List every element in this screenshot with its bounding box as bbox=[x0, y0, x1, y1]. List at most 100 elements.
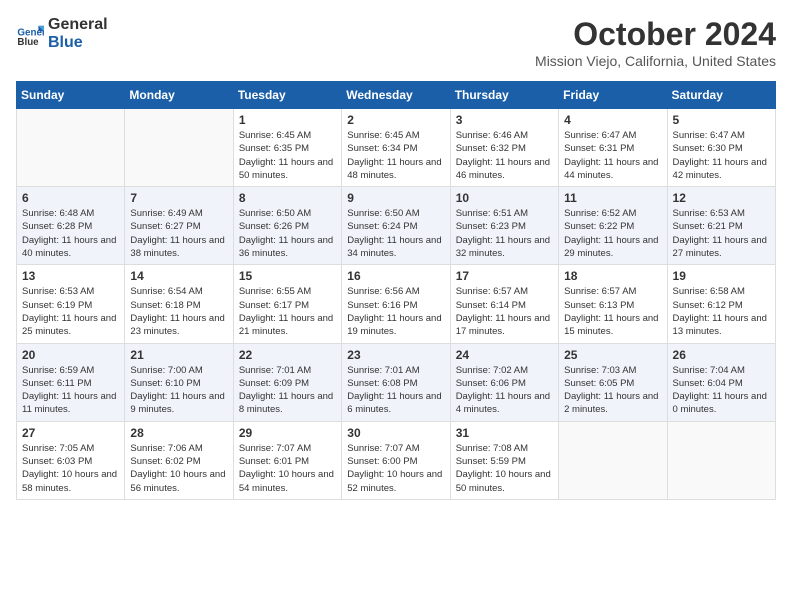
month-title: October 2024 bbox=[535, 16, 776, 53]
day-content: Sunrise: 7:07 AM Sunset: 6:00 PM Dayligh… bbox=[347, 442, 444, 495]
day-number: 26 bbox=[673, 348, 770, 362]
day-content: Sunrise: 6:48 AM Sunset: 6:28 PM Dayligh… bbox=[22, 207, 119, 260]
logo-icon: General Blue bbox=[16, 20, 44, 48]
day-content: Sunrise: 7:05 AM Sunset: 6:03 PM Dayligh… bbox=[22, 442, 119, 495]
day-content: Sunrise: 6:47 AM Sunset: 6:30 PM Dayligh… bbox=[673, 129, 770, 182]
day-number: 29 bbox=[239, 426, 336, 440]
calendar-cell: 20 Sunrise: 6:59 AM Sunset: 6:11 PM Dayli… bbox=[17, 343, 125, 421]
day-content: Sunrise: 6:51 AM Sunset: 6:23 PM Dayligh… bbox=[456, 207, 553, 260]
day-number: 20 bbox=[22, 348, 119, 362]
calendar-cell: 27Sunrise: 7:05 AM Sunset: 6:03 PM Dayli… bbox=[17, 421, 125, 499]
day-number: 25 bbox=[564, 348, 661, 362]
logo-general: General bbox=[48, 16, 108, 34]
calendar-cell: 11 Sunrise: 6:52 AM Sunset: 6:22 PM Dayli… bbox=[559, 187, 667, 265]
day-number: 11 bbox=[564, 191, 661, 205]
day-content: Sunrise: 7:03 AM Sunset: 6:05 PM Dayligh… bbox=[564, 364, 661, 417]
day-number: 14 bbox=[130, 269, 227, 283]
day-header-monday: Monday bbox=[125, 82, 233, 109]
day-number: 10 bbox=[456, 191, 553, 205]
calendar-cell bbox=[125, 109, 233, 187]
calendar-cell: 22 Sunrise: 7:01 AM Sunset: 6:09 PM Dayli… bbox=[233, 343, 341, 421]
calendar-body: 1 Sunrise: 6:45 AM Sunset: 6:35 PM Daylig… bbox=[17, 109, 776, 500]
title-area: October 2024 Mission Viejo, California, … bbox=[535, 16, 776, 69]
calendar-week-3: 13 Sunrise: 6:53 AM Sunset: 6:19 PM Dayli… bbox=[17, 265, 776, 343]
calendar-week-1: 1 Sunrise: 6:45 AM Sunset: 6:35 PM Daylig… bbox=[17, 109, 776, 187]
day-header-friday: Friday bbox=[559, 82, 667, 109]
day-content: Sunrise: 7:04 AM Sunset: 6:04 PM Dayligh… bbox=[673, 364, 770, 417]
day-number: 21 bbox=[130, 348, 227, 362]
day-content: Sunrise: 6:58 AM Sunset: 6:12 PM Dayligh… bbox=[673, 285, 770, 338]
calendar-cell bbox=[559, 421, 667, 499]
calendar-header-row: SundayMondayTuesdayWednesdayThursdayFrid… bbox=[17, 82, 776, 109]
day-number: 4 bbox=[564, 113, 661, 127]
calendar-cell: 29 Sunrise: 7:07 AM Sunset: 6:01 PM Dayli… bbox=[233, 421, 341, 499]
calendar-cell: 7Sunrise: 6:49 AM Sunset: 6:27 PM Daylig… bbox=[125, 187, 233, 265]
svg-text:Blue: Blue bbox=[17, 37, 39, 48]
day-number: 17 bbox=[456, 269, 553, 283]
day-number: 22 bbox=[239, 348, 336, 362]
day-content: Sunrise: 6:50 AM Sunset: 6:24 PM Dayligh… bbox=[347, 207, 444, 260]
calendar-cell: 8Sunrise: 6:50 AM Sunset: 6:26 PM Daylig… bbox=[233, 187, 341, 265]
location-title: Mission Viejo, California, United States bbox=[535, 53, 776, 69]
day-content: Sunrise: 6:52 AM Sunset: 6:22 PM Dayligh… bbox=[564, 207, 661, 260]
calendar-week-5: 27Sunrise: 7:05 AM Sunset: 6:03 PM Dayli… bbox=[17, 421, 776, 499]
calendar-cell bbox=[667, 421, 775, 499]
calendar-cell: 10 Sunrise: 6:51 AM Sunset: 6:23 PM Dayli… bbox=[450, 187, 558, 265]
day-content: Sunrise: 6:53 AM Sunset: 6:21 PM Dayligh… bbox=[673, 207, 770, 260]
day-number: 31 bbox=[456, 426, 553, 440]
day-content: Sunrise: 6:57 AM Sunset: 6:13 PM Dayligh… bbox=[564, 285, 661, 338]
day-number: 30 bbox=[347, 426, 444, 440]
logo: General Blue General Blue bbox=[16, 16, 108, 51]
day-content: Sunrise: 6:45 AM Sunset: 6:35 PM Dayligh… bbox=[239, 129, 336, 182]
day-content: Sunrise: 6:50 AM Sunset: 6:26 PM Dayligh… bbox=[239, 207, 336, 260]
day-header-thursday: Thursday bbox=[450, 82, 558, 109]
calendar-cell: 2Sunrise: 6:45 AM Sunset: 6:34 PM Daylig… bbox=[342, 109, 450, 187]
day-content: Sunrise: 6:59 AM Sunset: 6:11 PM Dayligh… bbox=[22, 364, 119, 417]
day-content: Sunrise: 7:07 AM Sunset: 6:01 PM Dayligh… bbox=[239, 442, 336, 495]
calendar-cell: 30 Sunrise: 7:07 AM Sunset: 6:00 PM Dayli… bbox=[342, 421, 450, 499]
day-number: 16 bbox=[347, 269, 444, 283]
day-content: Sunrise: 6:57 AM Sunset: 6:14 PM Dayligh… bbox=[456, 285, 553, 338]
day-number: 12 bbox=[673, 191, 770, 205]
day-content: Sunrise: 6:55 AM Sunset: 6:17 PM Dayligh… bbox=[239, 285, 336, 338]
day-header-saturday: Saturday bbox=[667, 82, 775, 109]
day-number: 15 bbox=[239, 269, 336, 283]
calendar-cell bbox=[17, 109, 125, 187]
day-content: Sunrise: 7:01 AM Sunset: 6:09 PM Dayligh… bbox=[239, 364, 336, 417]
day-content: Sunrise: 6:56 AM Sunset: 6:16 PM Dayligh… bbox=[347, 285, 444, 338]
day-number: 5 bbox=[673, 113, 770, 127]
calendar-cell: 15 Sunrise: 6:55 AM Sunset: 6:17 PM Dayli… bbox=[233, 265, 341, 343]
calendar-cell: 26 Sunrise: 7:04 AM Sunset: 6:04 PM Dayli… bbox=[667, 343, 775, 421]
day-number: 13 bbox=[22, 269, 119, 283]
day-number: 23 bbox=[347, 348, 444, 362]
day-number: 2 bbox=[347, 113, 444, 127]
day-content: Sunrise: 7:06 AM Sunset: 6:02 PM Dayligh… bbox=[130, 442, 227, 495]
calendar-table: SundayMondayTuesdayWednesdayThursdayFrid… bbox=[16, 81, 776, 500]
calendar-cell: 24Sunrise: 7:02 AM Sunset: 6:06 PM Dayli… bbox=[450, 343, 558, 421]
day-content: Sunrise: 7:02 AM Sunset: 6:06 PM Dayligh… bbox=[456, 364, 553, 417]
calendar-cell: 13 Sunrise: 6:53 AM Sunset: 6:19 PM Dayli… bbox=[17, 265, 125, 343]
calendar-cell: 9 Sunrise: 6:50 AM Sunset: 6:24 PM Daylig… bbox=[342, 187, 450, 265]
calendar-cell: 31Sunrise: 7:08 AM Sunset: 5:59 PM Dayli… bbox=[450, 421, 558, 499]
day-number: 18 bbox=[564, 269, 661, 283]
day-number: 9 bbox=[347, 191, 444, 205]
day-number: 28 bbox=[130, 426, 227, 440]
day-content: Sunrise: 6:53 AM Sunset: 6:19 PM Dayligh… bbox=[22, 285, 119, 338]
calendar-cell: 14 Sunrise: 6:54 AM Sunset: 6:18 PM Dayli… bbox=[125, 265, 233, 343]
page-header: General Blue General Blue October 2024 M… bbox=[16, 16, 776, 69]
calendar-cell: 4 Sunrise: 6:47 AM Sunset: 6:31 PM Daylig… bbox=[559, 109, 667, 187]
calendar-cell: 23Sunrise: 7:01 AM Sunset: 6:08 PM Dayli… bbox=[342, 343, 450, 421]
day-header-sunday: Sunday bbox=[17, 82, 125, 109]
day-content: Sunrise: 6:47 AM Sunset: 6:31 PM Dayligh… bbox=[564, 129, 661, 182]
calendar-cell: 12 Sunrise: 6:53 AM Sunset: 6:21 PM Dayli… bbox=[667, 187, 775, 265]
calendar-week-2: 6Sunrise: 6:48 AM Sunset: 6:28 PM Daylig… bbox=[17, 187, 776, 265]
day-content: Sunrise: 6:46 AM Sunset: 6:32 PM Dayligh… bbox=[456, 129, 553, 182]
day-content: Sunrise: 6:54 AM Sunset: 6:18 PM Dayligh… bbox=[130, 285, 227, 338]
day-number: 1 bbox=[239, 113, 336, 127]
day-content: Sunrise: 7:00 AM Sunset: 6:10 PM Dayligh… bbox=[130, 364, 227, 417]
day-number: 19 bbox=[673, 269, 770, 283]
calendar-cell: 3Sunrise: 6:46 AM Sunset: 6:32 PM Daylig… bbox=[450, 109, 558, 187]
calendar-cell: 21 Sunrise: 7:00 AM Sunset: 6:10 PM Dayli… bbox=[125, 343, 233, 421]
calendar-cell: 17 Sunrise: 6:57 AM Sunset: 6:14 PM Dayli… bbox=[450, 265, 558, 343]
calendar-cell: 1 Sunrise: 6:45 AM Sunset: 6:35 PM Daylig… bbox=[233, 109, 341, 187]
